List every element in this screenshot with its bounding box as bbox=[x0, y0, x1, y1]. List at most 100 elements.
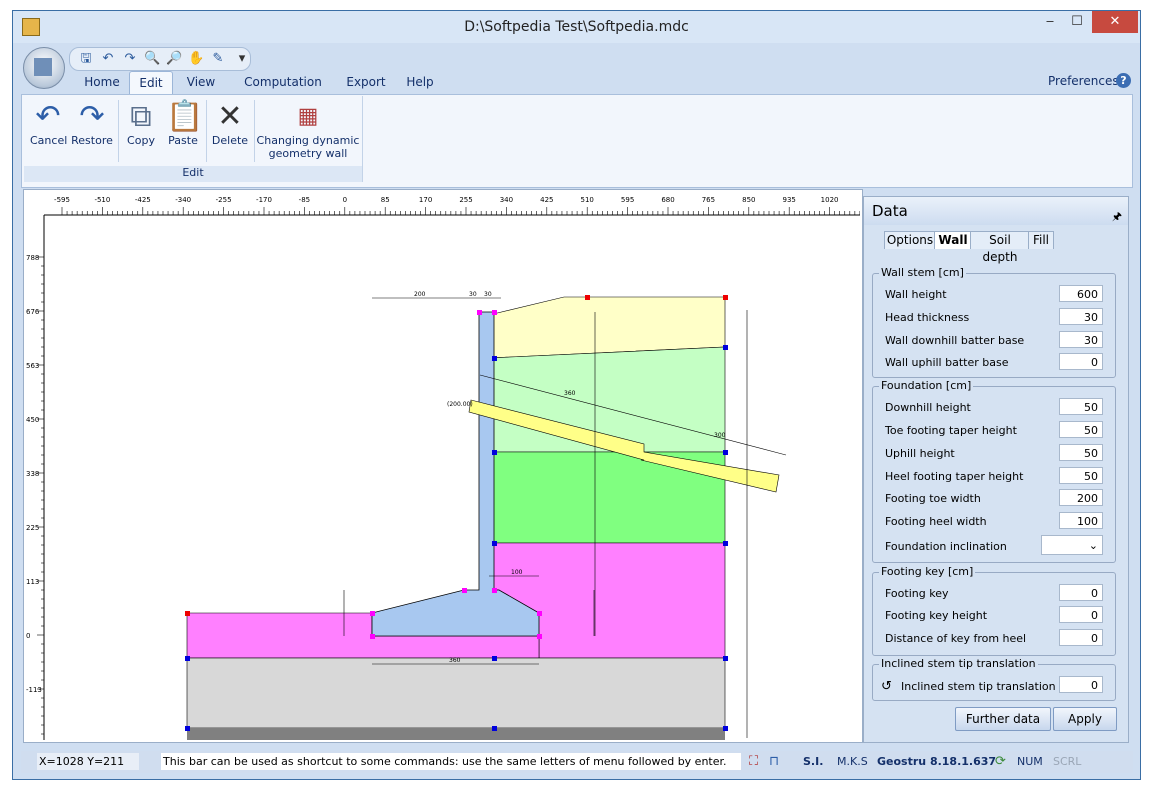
downhill-height-field[interactable]: 50 bbox=[1059, 398, 1103, 415]
quick-access-toolbar: 🖫 ↶ ↷ 🔍 🔎 ✋ ✎ ▾ bbox=[69, 47, 251, 71]
delete-button[interactable]: ✕ Delete bbox=[210, 98, 250, 166]
units-si[interactable]: S.I. bbox=[803, 753, 823, 770]
y-tick-label: 563 bbox=[26, 362, 39, 370]
save-icon[interactable]: 🖫 bbox=[78, 51, 94, 67]
toe-taper-label: Toe footing taper height bbox=[885, 424, 1017, 437]
ribbon: ↶ Cancel ↷ Restore ⧉ Copy 📋 Paste ✕ Dele… bbox=[21, 94, 1133, 188]
paste-label: Paste bbox=[168, 134, 198, 147]
paint-icon[interactable]: ✎ bbox=[210, 51, 226, 67]
redo-icon[interactable]: ↷ bbox=[122, 51, 138, 67]
x-tick-label: -85 bbox=[299, 196, 310, 204]
x-tick-label: 340 bbox=[500, 196, 513, 204]
tab-edit[interactable]: Edit bbox=[129, 71, 173, 94]
toe-width-label: Footing toe width bbox=[885, 492, 981, 505]
downhill-batter-field[interactable]: 30 bbox=[1059, 331, 1103, 348]
copy-icon: ⧉ bbox=[130, 99, 152, 134]
apply-button[interactable]: Apply bbox=[1053, 707, 1117, 731]
app-window: D:\Softpedia Test\Softpedia.mdc ‒ ☐ ✕ 🖫 … bbox=[12, 10, 1141, 780]
soil-foundation-layer bbox=[186, 657, 726, 729]
tab-computation[interactable]: Computation bbox=[233, 71, 333, 93]
changing-dynamic-geometry-wall-button[interactable]: ▦ Changing dynamic geometry wall bbox=[256, 98, 360, 166]
version-label: Geostru 8.18.1.637 bbox=[877, 755, 997, 768]
x-tick-label: 765 bbox=[702, 196, 715, 204]
footing-key-height-label: Footing key height bbox=[885, 609, 988, 622]
dim-label: 300 bbox=[714, 432, 726, 439]
delete-label: Delete bbox=[211, 134, 249, 147]
heel-width-field[interactable]: 100 bbox=[1059, 512, 1103, 529]
uphill-height-field[interactable]: 50 bbox=[1059, 444, 1103, 461]
footing-key-field[interactable]: 0 bbox=[1059, 584, 1103, 601]
x-tick-label: 510 bbox=[581, 196, 594, 204]
wall-icon[interactable]: ⛶ bbox=[749, 753, 767, 770]
application-orb-button[interactable] bbox=[23, 47, 65, 89]
y-tick-label: 788 bbox=[26, 254, 39, 262]
wall-stem-title: Wall stem [cm] bbox=[879, 266, 966, 279]
footing-key-label: Footing key bbox=[885, 587, 949, 600]
heel-width-label: Footing heel width bbox=[885, 515, 987, 528]
x-tick-label: -255 bbox=[216, 196, 232, 204]
edit-group-label: Edit bbox=[24, 166, 362, 182]
toe-width-field[interactable]: 200 bbox=[1059, 489, 1103, 506]
customize-dropdown-icon[interactable]: ▾ bbox=[234, 51, 250, 67]
tab-export[interactable]: Export bbox=[335, 71, 397, 93]
tab-view[interactable]: View bbox=[179, 71, 223, 93]
inclined-stem-field[interactable]: 0 bbox=[1059, 676, 1103, 693]
x-tick-label: 680 bbox=[661, 196, 674, 204]
tab-home[interactable]: Home bbox=[77, 71, 127, 93]
x-tick-label: -510 bbox=[94, 196, 110, 204]
command-bar[interactable]: This bar can be used as shortcut to some… bbox=[161, 753, 741, 770]
num-indicator: NUM bbox=[1017, 755, 1043, 768]
head-thickness-label: Head thickness bbox=[885, 311, 970, 324]
wall-stem-group: Wall stem [cm] Wall height 600 Head thic… bbox=[872, 266, 1116, 378]
copy-button[interactable]: ⧉ Copy bbox=[122, 98, 160, 166]
wall-height-field[interactable]: 600 bbox=[1059, 285, 1103, 302]
pan-hand-icon[interactable]: ✋ bbox=[188, 51, 204, 67]
x-tick-label: 170 bbox=[419, 196, 432, 204]
uphill-batter-field[interactable]: 0 bbox=[1059, 353, 1103, 370]
zoom-in-icon[interactable]: 🔍 bbox=[144, 51, 160, 67]
zoom-out-icon[interactable]: 🔎 bbox=[166, 51, 182, 67]
x-tick-label: -340 bbox=[175, 196, 191, 204]
maximize-button[interactable]: ☐ bbox=[1065, 11, 1089, 33]
separator bbox=[118, 100, 119, 162]
head-thickness-field[interactable]: 30 bbox=[1059, 308, 1103, 325]
minimize-button[interactable]: ‒ bbox=[1038, 11, 1062, 33]
foundation-group: Foundation [cm] Downhill height 50 Toe f… bbox=[872, 379, 1116, 563]
x-tick-label: 0 bbox=[343, 196, 347, 204]
tab-soil-depth[interactable]: Soil depth bbox=[970, 231, 1030, 264]
paste-button[interactable]: 📋 Paste bbox=[164, 98, 203, 166]
cancel-button[interactable]: ↶ Cancel bbox=[30, 98, 67, 166]
key-distance-field[interactable]: 0 bbox=[1059, 629, 1103, 646]
tab-fill[interactable]: Fill bbox=[1028, 231, 1054, 249]
downhill-batter-label: Wall downhill batter base bbox=[885, 334, 1025, 347]
coords-readout: X=1028 Y=211 bbox=[37, 753, 139, 770]
undo-icon[interactable]: ↶ bbox=[100, 51, 116, 67]
dim-label: 100 bbox=[511, 569, 523, 576]
drawing-canvas[interactable]: -595 -510 -425 -340 -255 -170 -85 0 85 170 255 340 4… bbox=[23, 189, 863, 743]
data-panel: Data 🖈 Options Wall Soil depth Fill Wall… bbox=[863, 196, 1129, 743]
pin-icon[interactable]: 🖈 bbox=[1112, 203, 1122, 231]
help-icon[interactable]: ? bbox=[1116, 73, 1131, 88]
uphill-batter-label: Wall uphill batter base bbox=[885, 356, 1009, 369]
update-icon[interactable]: ⟳ bbox=[995, 753, 1011, 770]
tab-help[interactable]: Help bbox=[397, 71, 443, 93]
toe-taper-field[interactable]: 50 bbox=[1059, 421, 1103, 438]
tab-wall[interactable]: Wall bbox=[934, 231, 972, 249]
footing-key-height-field[interactable]: 0 bbox=[1059, 606, 1103, 623]
preferences-link[interactable]: Preferences bbox=[1048, 74, 1119, 88]
x-tick-label: 255 bbox=[459, 196, 472, 204]
separator bbox=[254, 100, 255, 162]
x-tick-label: 85 bbox=[381, 196, 390, 204]
foundation-inclination-select[interactable]: ⌄ bbox=[1041, 535, 1103, 555]
further-data-button[interactable]: Further data bbox=[955, 707, 1051, 731]
heel-taper-field[interactable]: 50 bbox=[1059, 467, 1103, 484]
y-tick-label: 225 bbox=[26, 524, 39, 532]
section-icon[interactable]: ⊓ bbox=[769, 753, 787, 770]
footing-key-title: Footing key [cm] bbox=[879, 565, 976, 578]
tab-options[interactable]: Options bbox=[884, 231, 936, 249]
close-button[interactable]: ✕ bbox=[1092, 11, 1138, 33]
separator bbox=[206, 100, 207, 162]
restore-button[interactable]: ↷ Restore bbox=[70, 98, 114, 166]
wall-drawing: -595 -510 -425 -340 -255 -170 -85 0 85 170 255 340 4… bbox=[24, 190, 860, 740]
units-mks[interactable]: M.K.S bbox=[837, 753, 868, 770]
